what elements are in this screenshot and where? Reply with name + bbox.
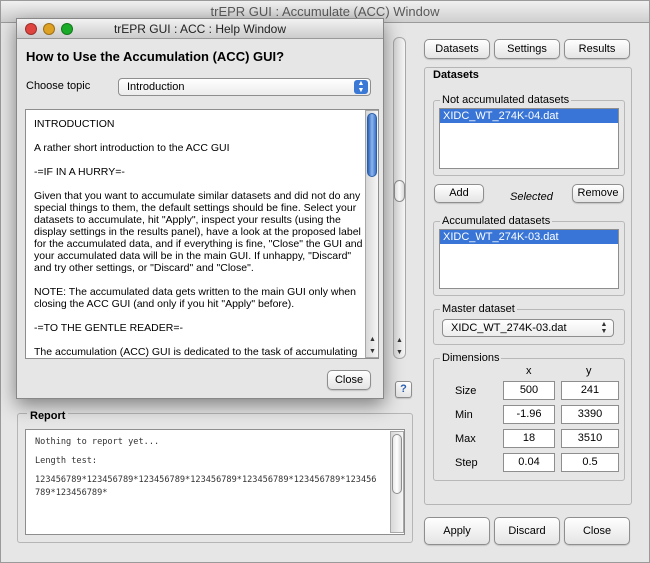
help-scrollbar[interactable]: [365, 110, 378, 358]
help-close-button[interactable]: Close: [327, 370, 371, 390]
scroll-up-arrow[interactable]: ▲: [366, 334, 378, 346]
report-text: Nothing to report yet... Length test: 12…: [35, 436, 380, 506]
help-text: INTRODUCTION A rather short introduction…: [34, 118, 364, 358]
scroll-down-arrow[interactable]: ▼: [393, 347, 406, 359]
close-window-icon[interactable]: [25, 23, 37, 35]
datasets-button[interactable]: Datasets: [424, 39, 490, 59]
list-item[interactable]: XIDC_WT_274K-04.dat: [440, 109, 618, 123]
col-header-x: x: [526, 365, 532, 377]
results-button[interactable]: Results: [564, 39, 630, 59]
master-dataset-value: XIDC_WT_274K-03.dat: [451, 322, 567, 334]
close-button[interactable]: Close: [564, 517, 630, 545]
scroll-down-arrow[interactable]: ▼: [366, 346, 378, 358]
report-text-area[interactable]: Nothing to report yet... Length test: 12…: [25, 429, 405, 535]
help-window: trEPR GUI : ACC : Help Window How to Use…: [16, 18, 384, 399]
report-line: Length test:: [35, 456, 98, 466]
min-x-field[interactable]: -1.96: [503, 405, 555, 424]
master-dataset-select[interactable]: XIDC_WT_274K-03.dat ▲ ▼: [442, 319, 614, 337]
report-line: 123456789*123456789*123456789*123456789*…: [35, 475, 377, 498]
accumulated-title: Accumulated datasets: [440, 215, 553, 227]
dimensions-title: Dimensions: [440, 352, 502, 364]
topic-value: Introduction: [127, 81, 185, 93]
master-dataset-title: Master dataset: [440, 303, 517, 315]
report-title: Report: [27, 410, 69, 422]
minimize-window-icon[interactable]: [43, 23, 55, 35]
report-scrollbar-thumb[interactable]: [392, 434, 402, 494]
topic-select[interactable]: Introduction ▲ ▼: [118, 78, 371, 96]
accumulated-list[interactable]: XIDC_WT_274K-03.dat: [439, 229, 619, 289]
help-paragraph: -=TO THE GENTLE READER=-: [34, 322, 183, 334]
main-scrollbar-thumb[interactable]: [394, 180, 405, 202]
help-paragraph: -=IF IN A HURRY=-: [34, 166, 125, 178]
help-paragraph: INTRODUCTION: [34, 118, 115, 130]
size-y-field[interactable]: 241: [561, 381, 619, 400]
apply-button[interactable]: Apply: [424, 517, 490, 545]
row-label-step: Step: [455, 457, 478, 469]
step-y-field[interactable]: 0.5: [561, 453, 619, 472]
row-label-max: Max: [455, 433, 476, 445]
step-x-field[interactable]: 0.04: [503, 453, 555, 472]
row-label-size: Size: [455, 385, 477, 397]
help-scrollbar-thumb[interactable]: [367, 113, 377, 177]
col-header-y: y: [586, 365, 592, 377]
chevron-updown-icon: ▲ ▼: [354, 80, 368, 94]
help-paragraph: NOTE: The accumulated data gets written …: [34, 286, 356, 310]
size-x-field[interactable]: 500: [503, 381, 555, 400]
help-text-area[interactable]: INTRODUCTION A rather short introduction…: [25, 109, 379, 359]
min-y-field[interactable]: 3390: [561, 405, 619, 424]
scroll-up-arrow[interactable]: ▲: [393, 335, 406, 347]
settings-button[interactable]: Settings: [494, 39, 560, 59]
list-item[interactable]: XIDC_WT_274K-03.dat: [440, 230, 618, 244]
datasets-panel-title: Datasets: [433, 69, 479, 81]
selected-label: Selected: [510, 191, 553, 203]
add-button[interactable]: Add: [434, 184, 484, 203]
not-accumulated-list[interactable]: XIDC_WT_274K-04.dat: [439, 108, 619, 169]
help-paragraph: Given that you want to accumulate simila…: [34, 190, 363, 274]
help-paragraph: The accumulation (ACC) GUI is dedicated …: [34, 346, 358, 358]
report-line: Nothing to report yet...: [35, 437, 160, 447]
zoom-window-icon[interactable]: [61, 23, 73, 35]
help-heading: How to Use the Accumulation (ACC) GUI?: [26, 49, 285, 64]
not-accumulated-title: Not accumulated datasets: [440, 94, 572, 106]
max-x-field[interactable]: 18: [503, 429, 555, 448]
remove-button[interactable]: Remove: [572, 184, 624, 203]
row-label-min: Min: [455, 409, 473, 421]
max-y-field[interactable]: 3510: [561, 429, 619, 448]
help-paragraph: A rather short introduction to the ACC G…: [34, 142, 230, 154]
main-scrollbar[interactable]: [393, 37, 406, 359]
help-button[interactable]: ?: [395, 381, 412, 398]
discard-button[interactable]: Discard: [494, 517, 560, 545]
report-scrollbar[interactable]: [390, 431, 404, 533]
chevron-updown-icon: ▲ ▼: [600, 321, 608, 335]
topic-label: Choose topic: [26, 80, 91, 92]
